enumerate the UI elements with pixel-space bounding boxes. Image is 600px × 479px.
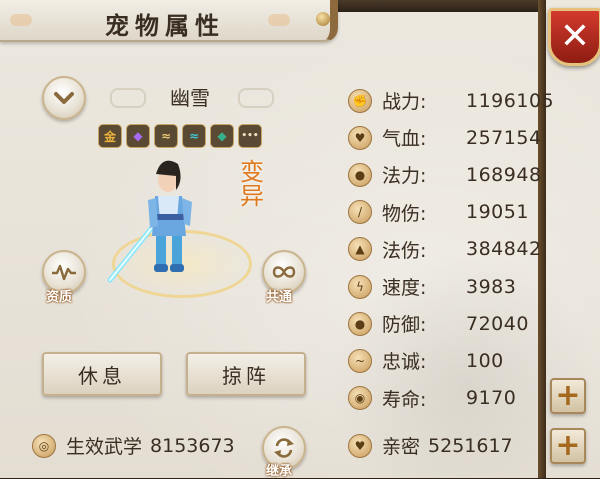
stat-value: 3983 <box>466 275 517 298</box>
add-lifespan-button[interactable]: + <box>550 378 586 414</box>
stat-label: 法力: <box>382 165 427 188</box>
refresh-cycle-icon <box>274 438 294 458</box>
water-drop-icon: ● <box>348 162 372 187</box>
stat-label: 气血: <box>382 128 427 151</box>
stat-row-speed: ϟ 速度: 3983 <box>348 268 554 305</box>
add-intimacy-button[interactable]: + <box>550 428 586 464</box>
infinity-link-icon <box>272 266 296 278</box>
stat-row-mana: ● 法力: 168948 <box>348 156 554 193</box>
close-button[interactable]: ✕ <box>548 8 600 66</box>
stat-row-power: ✊ 战力: 1196105 <box>348 82 554 119</box>
stat-value: 9170 <box>466 387 517 410</box>
stat-label: 防御: <box>382 314 427 337</box>
swirl-coin-icon: ◎ <box>32 433 56 458</box>
jade-gem-icon[interactable]: ◆ <box>210 124 234 148</box>
pet-skill-chips: 金 ◆ ≈ ≈ ◆ ••• <box>98 124 262 148</box>
pet-attributes-panel: 宠物属性 ✕ 幽雪 金 ◆ ≈ ≈ ◆ ••• 变异 资质 共通 休息 掠阵 ◎… <box>0 0 600 479</box>
cyan-swirl-icon[interactable]: ≈ <box>182 124 206 148</box>
heart-icon: ♥ <box>348 433 372 458</box>
cloud-ornament-icon <box>268 14 290 26</box>
stat-label: 忠诚: <box>382 351 427 374</box>
window-title: 宠物属性 <box>105 12 225 40</box>
fist-icon: ✊ <box>348 88 372 113</box>
stat-value: 384842 <box>466 238 542 261</box>
intimacy-value: 5251617 <box>428 434 513 457</box>
deploy-button[interactable]: 掠阵 <box>186 352 306 396</box>
sword-icon: / <box>348 200 372 225</box>
plus-icon: + <box>555 378 581 413</box>
gold-coin-icon[interactable]: 金 <box>98 124 122 148</box>
chevron-down-icon <box>54 92 74 104</box>
rest-button-label: 休息 <box>78 363 126 388</box>
heart-icon: ♥ <box>348 125 372 150</box>
stat-row-lifespan: ◉ 寿命: 9170 <box>348 380 554 417</box>
stat-value: 19051 <box>466 201 529 224</box>
stat-row-magic-damage: ▲ 法伤: 384842 <box>348 231 554 268</box>
pet-stats-list: ✊ 战力: 1196105 ♥ 气血: 257154 ● 法力: 168948 … <box>348 82 554 417</box>
stat-label: 速度: <box>382 277 427 300</box>
intimacy-row: ♥ 亲密 5251617 <box>348 432 513 459</box>
stat-value: 100 <box>466 349 504 372</box>
shield-icon: ● <box>348 311 372 336</box>
stat-row-physical-damage: / 物伤: 19051 <box>348 194 554 231</box>
flame-icon: ▲ <box>348 237 372 262</box>
cloud-ornament-icon <box>10 14 32 26</box>
martial-arts-value: 8153673 <box>150 434 235 457</box>
stat-value: 72040 <box>466 312 529 335</box>
mutation-label: 变异 <box>240 158 264 210</box>
stat-row-defense: ● 防御: 72040 <box>348 305 554 342</box>
stat-row-hp: ♥ 气血: 257154 <box>348 119 554 156</box>
wind-swirl-icon[interactable]: ≈ <box>154 124 178 148</box>
stat-label: 物伤: <box>382 202 427 225</box>
title-tab: 宠物属性 <box>0 0 338 42</box>
stat-label: 法伤: <box>382 239 427 262</box>
lifespan-icon: ◉ <box>348 386 372 411</box>
close-icon: ✕ <box>559 16 591 57</box>
lightning-icon: ϟ <box>348 274 372 299</box>
stat-value: 257154 <box>466 126 542 149</box>
martial-arts-label: 生效武学 <box>66 436 143 458</box>
stat-value: 168948 <box>466 163 542 186</box>
stat-label: 寿命: <box>382 388 427 411</box>
rest-button[interactable]: 休息 <box>42 352 162 396</box>
pulse-wave-icon <box>52 264 76 281</box>
name-scroll-ornament-icon <box>238 88 274 108</box>
more-icon[interactable]: ••• <box>238 124 262 148</box>
plus-icon: + <box>555 428 581 463</box>
stat-value: 1196105 <box>466 89 555 112</box>
martial-arts-row: ◎ 生效武学 8153673 <box>32 432 235 459</box>
inherit-label: 继承 <box>266 464 293 479</box>
intimacy-label: 亲密 <box>382 436 421 458</box>
loyalty-wave-icon: ~ <box>348 348 372 373</box>
pet-character-figure <box>107 160 192 283</box>
aptitude-label: 资质 <box>46 290 73 305</box>
top-frame-bar <box>330 0 544 12</box>
stat-row-loyalty: ~ 忠诚: 100 <box>348 342 554 379</box>
pet-select-dropdown-button[interactable] <box>42 76 86 120</box>
stat-label: 战力: <box>382 91 427 114</box>
shared-label: 共通 <box>266 290 293 305</box>
purple-drop-icon[interactable]: ◆ <box>126 124 150 148</box>
deploy-button-label: 掠阵 <box>222 363 270 388</box>
bolt-ornament-icon <box>316 12 330 26</box>
